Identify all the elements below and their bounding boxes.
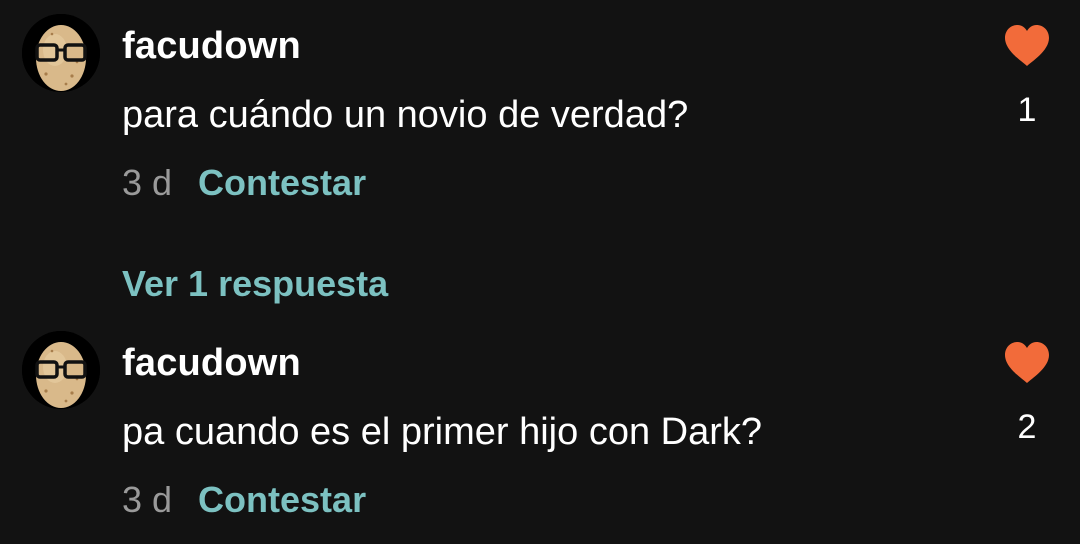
potato-avatar-icon xyxy=(22,14,100,92)
username[interactable]: facudown xyxy=(122,344,301,382)
comment-age: 3 d xyxy=(122,479,173,520)
heart-icon[interactable] xyxy=(1003,341,1051,385)
avatar[interactable] xyxy=(22,14,100,92)
comment-text: para cuándo un novio de verdad? xyxy=(122,94,689,136)
like-count: 2 xyxy=(1017,408,1037,446)
comment-item: facudown para cuándo un novio de verdad?… xyxy=(0,0,1080,201)
comment-meta: 3 d Contestar xyxy=(122,482,366,518)
avatar[interactable] xyxy=(22,331,100,409)
reply-button[interactable]: Contestar xyxy=(198,482,366,518)
comment-item: facudown pa cuando es el primer hijo con… xyxy=(0,317,1080,518)
comment-age: 3 d xyxy=(122,162,173,203)
heart-icon[interactable] xyxy=(1003,24,1051,68)
potato-avatar-icon xyxy=(22,331,100,409)
comment-text: pa cuando es el primer hijo con Dark? xyxy=(122,411,763,453)
username[interactable]: facudown xyxy=(122,27,301,65)
reply-button[interactable]: Contestar xyxy=(198,165,366,201)
view-replies-link[interactable]: Ver 1 respuesta xyxy=(122,266,388,302)
like-count: 1 xyxy=(1017,91,1037,129)
comment-meta: 3 d Contestar xyxy=(122,165,366,201)
